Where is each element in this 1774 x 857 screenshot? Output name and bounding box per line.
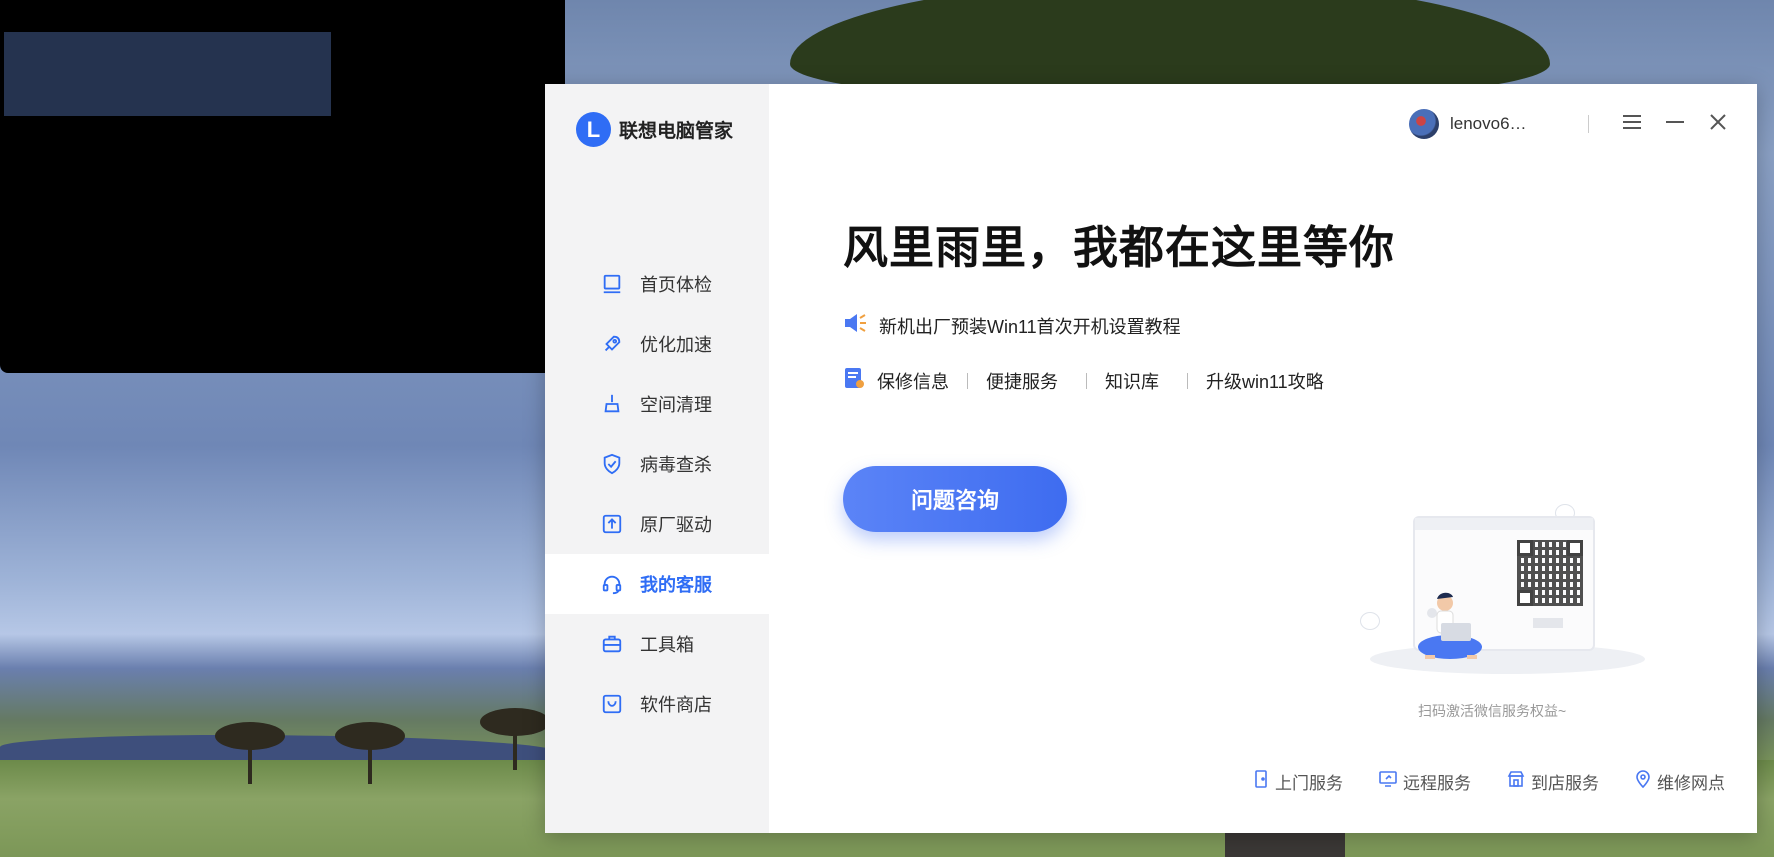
shopping-bag-icon (600, 692, 624, 716)
document-icon (843, 366, 865, 395)
sidebar-item-label: 首页体检 (640, 275, 712, 295)
sidebar: L 联想电脑管家 首页体检 优化加速 空间清理 病毒查杀 原厂驱动 我的客服 工… (545, 84, 769, 833)
service-remote[interactable]: 远程服务 (1379, 769, 1471, 794)
minimize-button[interactable] (1654, 106, 1696, 142)
rocket-icon (600, 332, 624, 356)
service-footer: 上门服务 远程服务 到店服务 维修网点 (1253, 769, 1725, 794)
username[interactable]: lenovo6… (1450, 114, 1580, 134)
sidebar-item-label: 原厂驱动 (640, 515, 712, 535)
toolbox-icon (600, 632, 624, 656)
sidebar-item-label: 空间清理 (640, 395, 712, 415)
sidebar-item-label: 病毒查杀 (640, 455, 712, 475)
sidebar-item-customer-service[interactable]: 我的客服 (545, 554, 769, 614)
overlay-bar (4, 32, 331, 116)
service-onsite[interactable]: 上门服务 (1253, 769, 1343, 794)
service-repair-locations[interactable]: 维修网点 (1635, 769, 1725, 794)
sidebar-item-label: 软件商店 (640, 695, 712, 715)
link-knowledge-base[interactable]: 知识库 (1105, 368, 1159, 394)
sidebar-item-toolbox[interactable]: 工具箱 (545, 614, 769, 674)
person-with-laptop-illustration (1415, 589, 1495, 664)
location-pin-icon (1635, 770, 1651, 793)
upload-box-icon (600, 512, 624, 536)
app-window: L 联想电脑管家 首页体检 优化加速 空间清理 病毒查杀 原厂驱动 我的客服 工… (545, 84, 1757, 833)
sidebar-item-home-checkup[interactable]: 首页体检 (545, 254, 769, 314)
speaker-icon (843, 312, 867, 339)
window-header: lenovo6… (1409, 106, 1757, 142)
link-divider (1187, 372, 1188, 389)
sidebar-item-label: 工具箱 (640, 635, 694, 655)
notice-row[interactable]: 新机出厂预装Win11首次开机设置教程 (843, 312, 1181, 339)
close-icon (1708, 112, 1728, 137)
service-in-store[interactable]: 到店服务 (1507, 769, 1599, 794)
sidebar-item-label: 优化加速 (640, 335, 712, 355)
sidebar-item-label: 我的客服 (640, 575, 712, 595)
wallpaper-acacia (335, 722, 405, 784)
sidebar-item-drivers[interactable]: 原厂驱动 (545, 494, 769, 554)
link-divider (1086, 372, 1087, 389)
qr-illustration (1355, 474, 1655, 694)
menu-button[interactable] (1611, 106, 1653, 142)
brand: L 联想电脑管家 (576, 112, 733, 147)
shield-check-icon (600, 452, 624, 476)
brand-name: 联想电脑管家 (619, 121, 734, 142)
minimize-icon (1665, 113, 1685, 136)
link-warranty-info[interactable]: 保修信息 (877, 368, 949, 394)
wallpaper-acacia (215, 722, 285, 784)
notice-text[interactable]: 新机出厂预装Win11首次开机设置教程 (879, 313, 1181, 339)
remote-screen-icon (1379, 771, 1397, 792)
page-title: 风里雨里，我都在这里等你 (843, 221, 1396, 274)
avatar[interactable] (1409, 109, 1439, 139)
overlay-window (0, 0, 565, 373)
door-icon (1253, 770, 1269, 793)
sidebar-item-software-store[interactable]: 软件商店 (545, 674, 769, 734)
broom-icon (600, 392, 624, 416)
service-label: 到店服务 (1531, 774, 1599, 793)
sidebar-nav: 首页体检 优化加速 空间清理 病毒查杀 原厂驱动 我的客服 工具箱 软件商店 (545, 254, 769, 734)
quick-links: 保修信息 便捷服务 知识库 升级win11攻略 (843, 366, 1324, 395)
link-convenient-service[interactable]: 便捷服务 (986, 368, 1058, 394)
sidebar-item-cleanup[interactable]: 空间清理 (545, 374, 769, 434)
laptop-icon (600, 272, 624, 296)
consult-button[interactable]: 问题咨询 (843, 466, 1067, 532)
brand-logo-icon: L (576, 112, 611, 147)
service-label: 维修网点 (1657, 774, 1725, 793)
sidebar-item-optimize[interactable]: 优化加速 (545, 314, 769, 374)
service-label: 上门服务 (1275, 774, 1343, 793)
wallpaper-trunk (1225, 830, 1345, 857)
store-icon (1507, 771, 1525, 792)
wallpaper-acacia (480, 708, 550, 770)
close-button[interactable] (1697, 106, 1739, 142)
header-divider (1588, 115, 1589, 133)
headset-icon (600, 572, 624, 596)
scan-hint-text: 扫码激活微信服务权益~ (1418, 703, 1567, 719)
hamburger-icon (1622, 113, 1642, 136)
wechat-qr-code[interactable] (1517, 540, 1583, 606)
chat-bubble-icon (1360, 612, 1380, 630)
service-label: 远程服务 (1403, 774, 1471, 793)
link-win11-upgrade-guide[interactable]: 升级win11攻略 (1206, 368, 1324, 394)
link-divider (967, 372, 968, 389)
sidebar-item-antivirus[interactable]: 病毒查杀 (545, 434, 769, 494)
